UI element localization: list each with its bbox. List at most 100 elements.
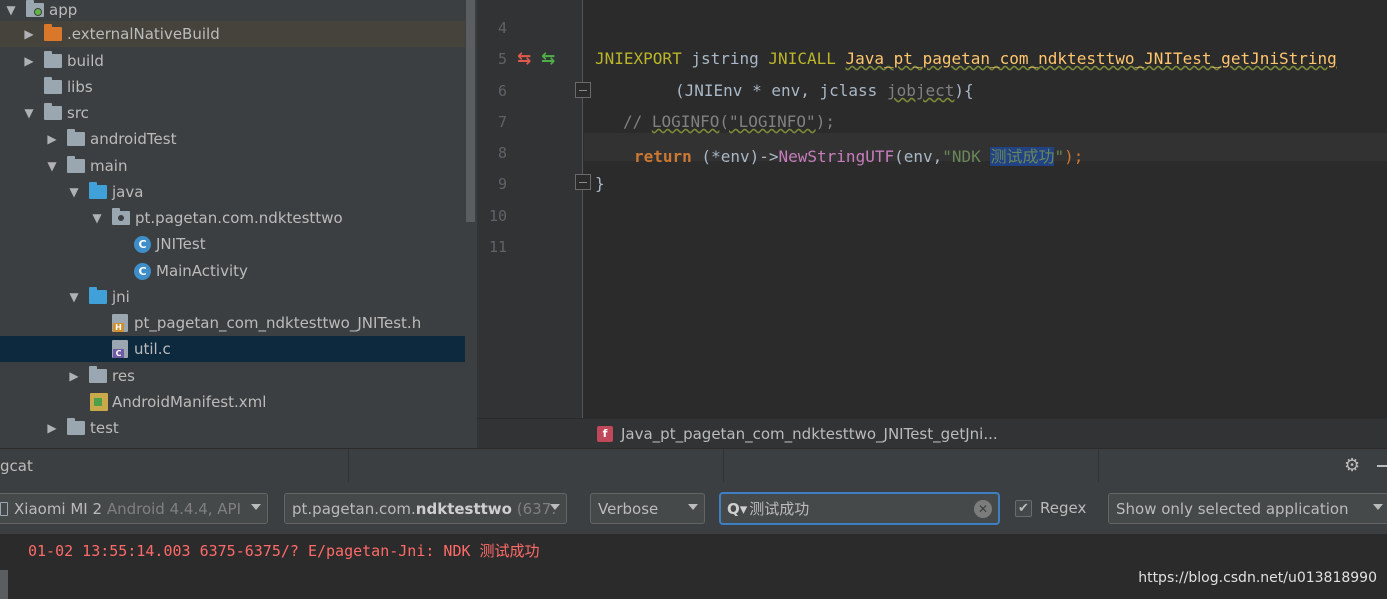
line-number: 4	[497, 19, 507, 37]
filter-dropdown[interactable]: Show only selected application	[1108, 493, 1387, 524]
chevron-down-icon	[1373, 504, 1383, 510]
chevron-down-icon[interactable]: ▼	[45, 159, 59, 173]
log-line[interactable]: 01-02 13:55:14.003 6375-6375/? E/pagetan…	[28, 540, 540, 561]
tree-item-build[interactable]: ▶ build	[0, 48, 465, 74]
tree-item-package[interactable]: ▼ pt.pagetan.com.ndktesttwo	[0, 205, 465, 231]
fold-marker-icon[interactable]	[575, 82, 591, 98]
line-number: 11	[488, 238, 507, 256]
code-token: "LOGINFO"	[728, 112, 816, 131]
chevron-right-icon[interactable]: ▶	[22, 27, 36, 41]
log-scrollbar[interactable]	[0, 570, 8, 599]
watermark-text: https://blog.csdn.net/u013818990	[1138, 570, 1377, 586]
tree-item-java[interactable]: ▼ java	[0, 179, 465, 205]
tree-item-androidtest[interactable]: ▶ androidTest	[0, 126, 465, 152]
code-editor[interactable]: 4 5 6 7 8 9 10 11 ⇆ ⇆ JNIEXPORT jstring …	[477, 0, 1387, 448]
logcat-output[interactable]: 01-02 13:55:14.003 6375-6375/? E/pagetan…	[0, 534, 1387, 599]
header-divider	[348, 449, 349, 483]
tree-item-app[interactable]: ▼ app	[0, 0, 465, 23]
breadcrumb-text[interactable]: Java_pt_pagetan_com_ndktesttwo_JNITest_g…	[621, 425, 998, 443]
tree-item-label: androidTest	[90, 130, 177, 148]
header-divider	[1098, 449, 1099, 483]
tree-item-mainactivity[interactable]: C MainActivity	[0, 258, 465, 284]
function-icon: f	[597, 425, 613, 442]
line-number: 8	[497, 144, 507, 162]
tree-item-label: .externalNativeBuild	[67, 25, 220, 43]
gear-icon[interactable]: ⚙	[1344, 455, 1360, 476]
logcat-search-input[interactable]: Q▾ 测试成功 ✕	[719, 492, 1000, 525]
tree-item-main[interactable]: ▼ main	[0, 153, 465, 179]
tree-item-test[interactable]: ▶ test	[0, 415, 465, 441]
chevron-down-icon[interactable]: ▼	[90, 211, 104, 225]
tree-item-jnitest[interactable]: C JNITest	[0, 231, 465, 257]
chevron-down-icon	[688, 504, 698, 510]
chevron-down-icon[interactable]: ▼	[67, 290, 81, 304]
project-tree: ▼ app ▶ .externalNativeBuild ▶ build lib…	[0, 0, 477, 448]
folder-icon	[44, 77, 62, 94]
tree-item-label: test	[90, 419, 119, 437]
code-token: NewStringUTF	[778, 147, 895, 166]
tree-scrollbar[interactable]	[466, 0, 475, 222]
minimize-icon[interactable]	[1377, 465, 1387, 467]
device-dropdown[interactable]: Xiaomi MI 2 Android 4.4.4, API	[0, 493, 268, 524]
search-icon[interactable]: Q▾	[727, 500, 747, 518]
code-token: JNICALL	[768, 49, 836, 68]
source-folder-icon	[89, 287, 107, 304]
regex-checkbox[interactable]: ✔	[1015, 500, 1032, 517]
navigate-to-implementation-icon[interactable]: ⇆	[541, 49, 555, 69]
tree-item-jni-header[interactable]: H pt_pagetan_com_ndktesttwo_JNITest.h	[0, 310, 465, 336]
chevron-right-icon[interactable]: ▶	[45, 132, 59, 146]
tree-item-label: main	[90, 157, 128, 175]
tree-item-label: java	[112, 183, 144, 201]
editor-gutter: 4 5 6 7 8 9 10 11 ⇆ ⇆	[477, 0, 583, 418]
resource-folder-icon	[89, 366, 107, 383]
folder-icon	[67, 129, 85, 146]
chevron-down-icon	[251, 504, 261, 510]
code-token: jclass	[819, 81, 878, 100]
chevron-right-icon[interactable]: ▶	[45, 421, 59, 435]
file-type-badge: H	[113, 323, 124, 332]
line-number: 10	[488, 207, 507, 225]
log-level-value: Verbose	[598, 499, 659, 518]
logcat-toolbar: Xiaomi MI 2 Android 4.4.4, API pt.pageta…	[0, 482, 1387, 534]
chevron-down-icon[interactable]: ▼	[22, 106, 36, 120]
tree-item-jni[interactable]: ▼ jni	[0, 284, 465, 310]
code-line-5: JNIEXPORT jstring JNICALL Java_pt_pageta…	[595, 49, 1337, 68]
selected-text: 测试成功	[990, 147, 1055, 166]
class-icon: C	[134, 262, 151, 280]
clear-search-icon[interactable]: ✕	[974, 500, 992, 518]
tree-item-label: libs	[67, 78, 93, 96]
chevron-right-icon[interactable]: ▶	[22, 54, 36, 68]
logcat-header: gcat ⚙	[0, 448, 1387, 483]
manifest-file-icon	[90, 393, 108, 411]
filter-value: Show only selected application	[1116, 499, 1349, 518]
code-token: Java_pt_pagetan_com_ndktesttwo_JNITest_g…	[845, 49, 1337, 68]
tree-item-label: src	[67, 104, 89, 122]
code-token: return	[634, 147, 692, 166]
log-level-dropdown[interactable]: Verbose	[590, 493, 705, 524]
fold-marker-icon[interactable]	[575, 174, 591, 190]
process-dropdown[interactable]: pt.pagetan.com. ndktesttwo (637:	[284, 493, 567, 524]
file-type-badge: C	[113, 349, 124, 358]
chevron-down-icon[interactable]: ▼	[4, 3, 18, 17]
tree-item-res[interactable]: ▶ res	[0, 363, 465, 389]
tree-item-externalnativebuild[interactable]: ▶ .externalNativeBuild	[0, 21, 465, 47]
line-number: 5	[497, 50, 507, 68]
chevron-right-icon[interactable]: ▶	[67, 369, 81, 383]
code-token: LOGINFO	[651, 112, 720, 131]
code-token: "	[1054, 147, 1065, 166]
line-number: 6	[497, 82, 507, 100]
code-token: (env,	[894, 147, 943, 166]
tree-item-manifest[interactable]: AndroidManifest.xml	[0, 389, 465, 415]
editor-breadcrumb[interactable]: f Java_pt_pagetan_com_ndktesttwo_JNITest…	[477, 418, 1387, 448]
process-name: ndktesttwo	[415, 499, 512, 518]
folder-icon	[44, 24, 62, 41]
chevron-down-icon[interactable]: ▼	[67, 185, 81, 199]
phone-icon	[0, 501, 8, 516]
tree-item-util-c[interactable]: C util.c	[0, 336, 465, 362]
code-token: jstring	[691, 49, 759, 68]
navigate-to-declaration-icon[interactable]: ⇆	[517, 49, 531, 69]
code-token: );	[815, 112, 835, 131]
tree-item-libs[interactable]: libs	[0, 74, 465, 100]
tree-item-src[interactable]: ▼ src	[0, 100, 465, 126]
regex-label[interactable]: Regex	[1040, 499, 1086, 517]
